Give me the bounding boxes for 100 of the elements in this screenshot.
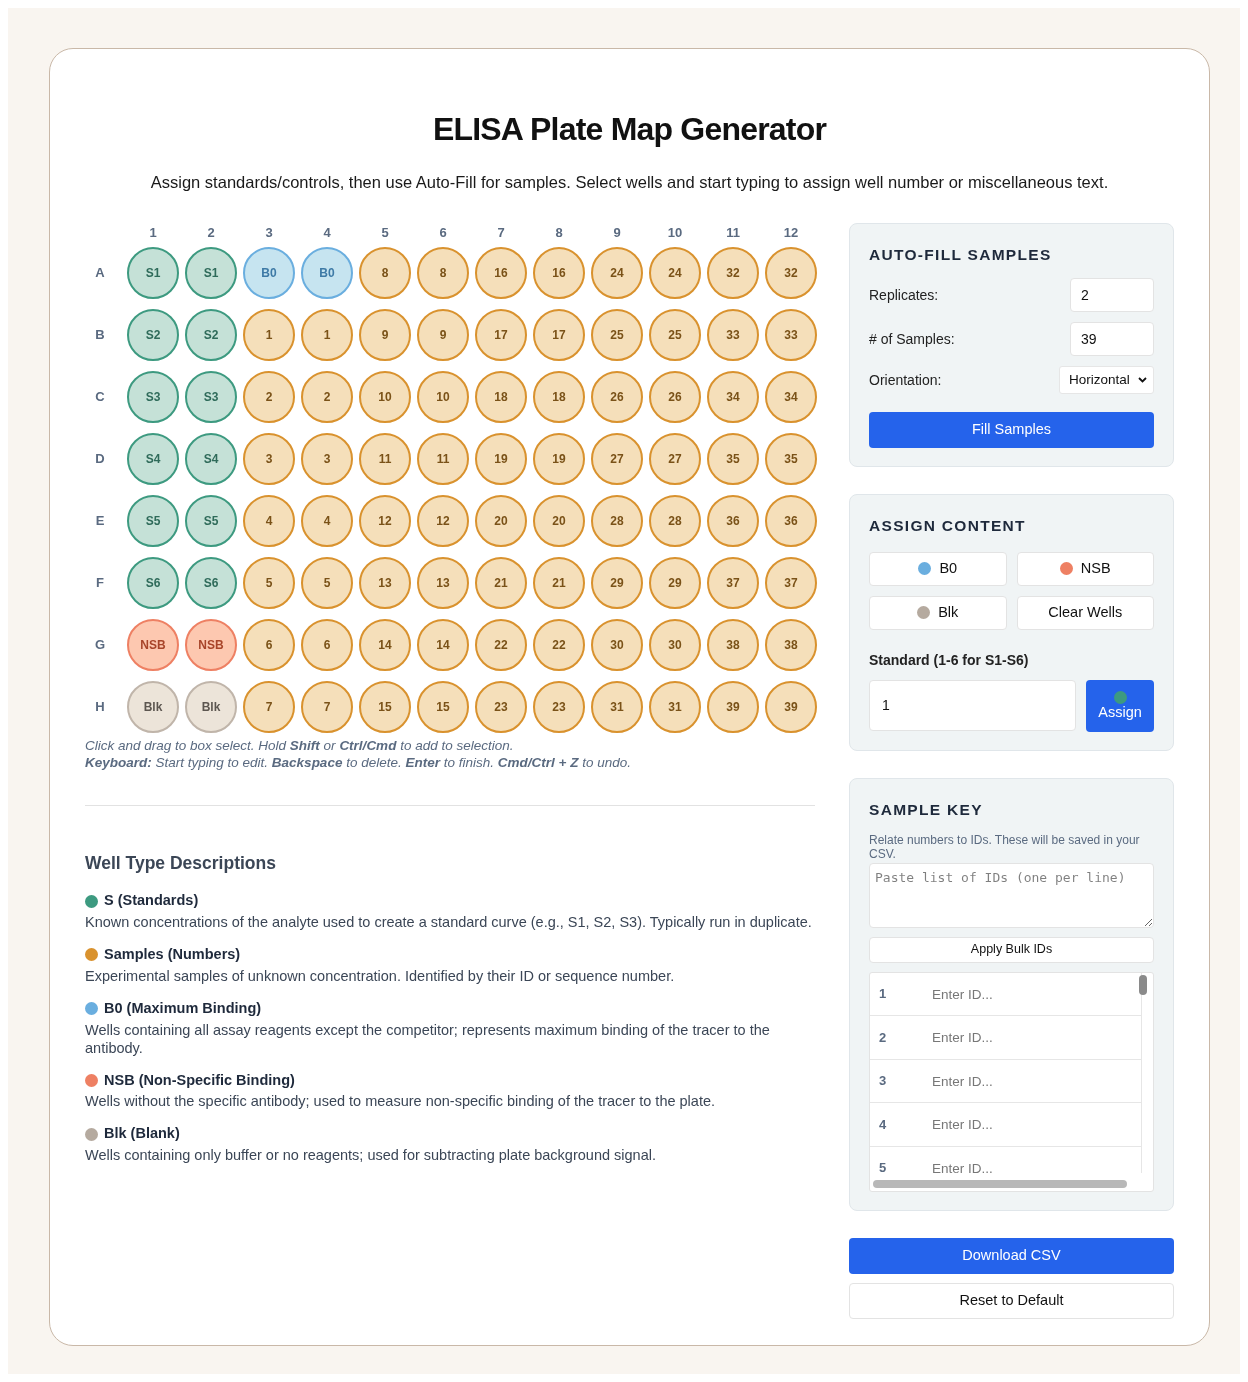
plate-well[interactable]: 38: [765, 619, 817, 671]
plate-well[interactable]: 9: [359, 309, 411, 361]
plate-well[interactable]: 27: [591, 433, 643, 485]
plate-well[interactable]: 11: [417, 433, 469, 485]
plate-well[interactable]: 21: [533, 557, 585, 609]
plate-well[interactable]: NSB: [185, 619, 237, 671]
plate-well[interactable]: NSB: [127, 619, 179, 671]
plate-well[interactable]: 31: [649, 681, 701, 733]
plate-well[interactable]: 27: [649, 433, 701, 485]
plate-well[interactable]: 26: [649, 371, 701, 423]
plate-well[interactable]: 9: [417, 309, 469, 361]
plate-well[interactable]: 34: [707, 371, 759, 423]
plate-well[interactable]: 18: [475, 371, 527, 423]
plate-well[interactable]: S2: [127, 309, 179, 361]
plate-well[interactable]: 26: [591, 371, 643, 423]
plate-well[interactable]: 20: [533, 495, 585, 547]
plate-well[interactable]: 3: [243, 433, 295, 485]
plate-well[interactable]: 12: [359, 495, 411, 547]
plate-well[interactable]: 37: [707, 557, 759, 609]
assign-content-button[interactable]: Clear Wells: [1016, 595, 1154, 630]
plate-well[interactable]: 34: [765, 371, 817, 423]
plate-well[interactable]: 7: [301, 681, 353, 733]
plate-well[interactable]: 20: [475, 495, 527, 547]
plate-well[interactable]: 19: [475, 433, 527, 485]
scrollbar-thumb[interactable]: [873, 1179, 1127, 1188]
plate-well[interactable]: 6: [243, 619, 295, 671]
plate-well[interactable]: 13: [417, 557, 469, 609]
plate-well[interactable]: 8: [359, 247, 411, 299]
plate-well[interactable]: B0: [243, 247, 295, 299]
plate-well[interactable]: 8: [417, 247, 469, 299]
apply-bulk-ids-button[interactable]: Apply Bulk IDs: [869, 936, 1154, 963]
sample-id-input[interactable]: Enter ID...: [932, 1154, 1112, 1173]
plate-well[interactable]: 16: [533, 247, 585, 299]
plate-well[interactable]: 14: [417, 619, 469, 671]
plate-well[interactable]: 5: [243, 557, 295, 609]
plate-well[interactable]: 19: [533, 433, 585, 485]
plate-well[interactable]: 32: [765, 247, 817, 299]
scrollbar-thumb[interactable]: [1139, 974, 1147, 995]
plate-well[interactable]: 17: [475, 309, 527, 361]
plate-well[interactable]: 15: [417, 681, 469, 733]
download-csv-button[interactable]: Download CSV: [849, 1237, 1174, 1274]
plate-well[interactable]: 10: [359, 371, 411, 423]
plate-well[interactable]: 35: [765, 433, 817, 485]
plate-well[interactable]: 18: [533, 371, 585, 423]
plate-well[interactable]: 23: [533, 681, 585, 733]
plate-well[interactable]: 4: [243, 495, 295, 547]
plate-well[interactable]: 31: [591, 681, 643, 733]
plate-well[interactable]: S3: [127, 371, 179, 423]
plate-well[interactable]: 11: [359, 433, 411, 485]
plate-well[interactable]: 36: [707, 495, 759, 547]
plate-well[interactable]: S1: [185, 247, 237, 299]
plate-well[interactable]: 14: [359, 619, 411, 671]
fill-samples-button[interactable]: Fill Samples: [869, 412, 1154, 449]
replicates-input[interactable]: 2: [1070, 278, 1154, 313]
bulk-ids-textarea[interactable]: Paste list of IDs (one per line): [869, 862, 1154, 928]
assign-content-button[interactable]: NSB: [1016, 551, 1154, 586]
plate-well[interactable]: 15: [359, 681, 411, 733]
plate-well[interactable]: 24: [591, 247, 643, 299]
plate-well[interactable]: 33: [707, 309, 759, 361]
plate-well[interactable]: 12: [417, 495, 469, 547]
plate-well[interactable]: 5: [301, 557, 353, 609]
plate-well[interactable]: 6: [301, 619, 353, 671]
sample-id-input[interactable]: Enter ID...: [932, 980, 1112, 1008]
plate-well[interactable]: 25: [591, 309, 643, 361]
plate-well[interactable]: 22: [533, 619, 585, 671]
plate-well[interactable]: 23: [475, 681, 527, 733]
plate-well[interactable]: 17: [533, 309, 585, 361]
reset-button[interactable]: Reset to Default: [849, 1282, 1174, 1319]
plate-well[interactable]: 25: [649, 309, 701, 361]
plate-well[interactable]: 37: [765, 557, 817, 609]
plate-well[interactable]: S4: [185, 433, 237, 485]
plate-well[interactable]: 3: [301, 433, 353, 485]
plate-well[interactable]: S6: [185, 557, 237, 609]
plate-well[interactable]: 30: [591, 619, 643, 671]
plate-well[interactable]: 13: [359, 557, 411, 609]
plate-well[interactable]: 16: [475, 247, 527, 299]
plate-well[interactable]: 38: [707, 619, 759, 671]
plate-well[interactable]: 21: [475, 557, 527, 609]
plate-well[interactable]: B0: [301, 247, 353, 299]
plate-well[interactable]: 22: [475, 619, 527, 671]
sample-id-input[interactable]: Enter ID...: [932, 1067, 1112, 1095]
sample-id-input[interactable]: Enter ID...: [932, 1023, 1112, 1052]
plate-well[interactable]: 29: [649, 557, 701, 609]
plate-well[interactable]: S1: [127, 247, 179, 299]
plate-well[interactable]: 36: [765, 495, 817, 547]
standard-input[interactable]: 1: [869, 679, 1076, 731]
plate-well[interactable]: S4: [127, 433, 179, 485]
plate-well[interactable]: 2: [301, 371, 353, 423]
plate-well[interactable]: 30: [649, 619, 701, 671]
plate-well[interactable]: 28: [649, 495, 701, 547]
orientation-select[interactable]: Horizontal: [1059, 366, 1154, 395]
assign-content-button[interactable]: B0: [869, 551, 1007, 586]
plate-well[interactable]: S3: [185, 371, 237, 423]
plate-well[interactable]: 7: [243, 681, 295, 733]
plate-well[interactable]: S5: [185, 495, 237, 547]
plate-well[interactable]: 28: [591, 495, 643, 547]
plate-well[interactable]: Blk: [185, 681, 237, 733]
plate-well[interactable]: 10: [417, 371, 469, 423]
plate-well[interactable]: S6: [127, 557, 179, 609]
samples-input[interactable]: 39: [1070, 322, 1154, 357]
